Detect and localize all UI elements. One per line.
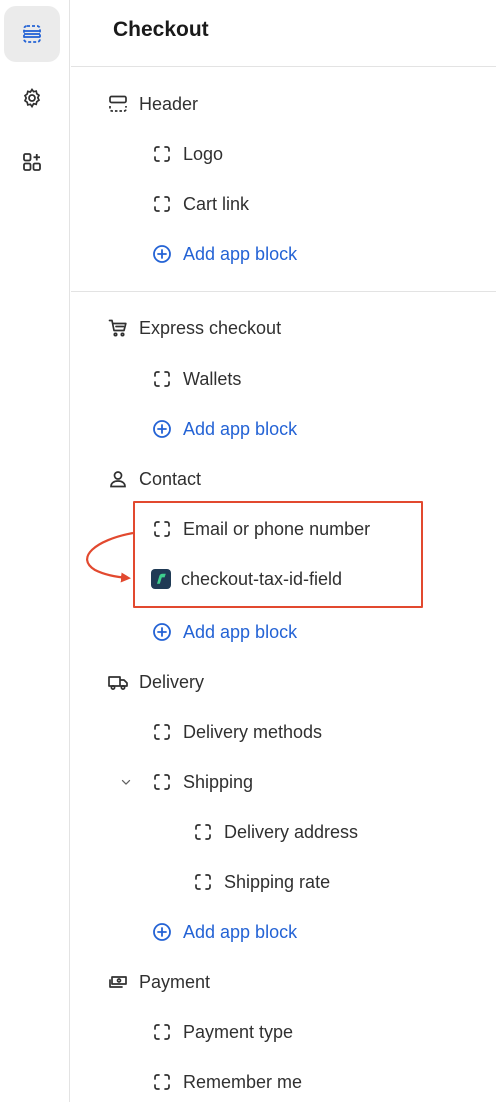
block-shipping-rate[interactable]: Shipping rate xyxy=(192,864,330,900)
block-label: Shipping xyxy=(183,771,254,792)
block-payment-type[interactable]: Payment type xyxy=(151,1014,293,1050)
add-app-block-contact[interactable]: Add app block xyxy=(151,614,297,650)
add-label: Add app block xyxy=(183,621,298,642)
icon-rail xyxy=(0,0,70,1102)
section-header[interactable]: Header xyxy=(107,86,198,122)
block-icon xyxy=(192,821,214,843)
block-icon xyxy=(192,871,214,893)
section-label: Delivery xyxy=(139,671,205,692)
block-label: Payment type xyxy=(183,1021,294,1042)
block-remember-me[interactable]: Remember me xyxy=(151,1064,302,1100)
block-label: Delivery address xyxy=(224,821,359,842)
block-icon xyxy=(151,193,173,215)
block-label: Delivery methods xyxy=(183,721,323,742)
cash-icon xyxy=(107,971,129,993)
block-icon xyxy=(151,721,173,743)
block-label: Remember me xyxy=(183,1071,303,1092)
sections-icon xyxy=(23,25,41,43)
block-logo[interactable]: Logo xyxy=(151,136,223,172)
gear-icon xyxy=(23,87,41,109)
shipping-collapse-toggle[interactable] xyxy=(116,772,136,792)
section-label: Express checkout xyxy=(139,317,282,338)
add-app-block-header[interactable]: Add app block xyxy=(151,236,297,272)
add-label: Add app block xyxy=(183,921,298,942)
add-label: Add app block xyxy=(183,243,298,264)
section-label: Header xyxy=(139,93,199,114)
block-icon xyxy=(151,143,173,165)
section-express-checkout[interactable]: Express checkout xyxy=(107,310,281,346)
block-label: Wallets xyxy=(183,368,242,389)
sections-button[interactable] xyxy=(4,6,60,62)
block-delivery-address[interactable]: Delivery address xyxy=(192,814,358,850)
block-delivery-methods[interactable]: Delivery methods xyxy=(151,714,322,750)
add-app-block-delivery[interactable]: Add app block xyxy=(151,914,297,950)
chevron-down-icon xyxy=(121,779,131,785)
add-circle-icon xyxy=(151,418,173,440)
section-payment[interactable]: Payment xyxy=(107,964,210,1000)
apps-add-icon xyxy=(23,153,41,171)
truck-icon xyxy=(107,671,129,693)
highlight-box xyxy=(133,501,423,608)
divider xyxy=(71,291,496,292)
block-label: Cart link xyxy=(183,193,250,214)
person-icon xyxy=(107,468,129,490)
apps-button[interactable] xyxy=(4,134,60,190)
block-cart-link[interactable]: Cart link xyxy=(151,186,249,222)
section-contact[interactable]: Contact xyxy=(107,461,201,497)
block-icon xyxy=(151,1071,173,1093)
section-delivery[interactable]: Delivery xyxy=(107,664,204,700)
block-wallets[interactable]: Wallets xyxy=(151,361,241,397)
header-section-icon xyxy=(107,93,129,115)
add-circle-icon xyxy=(151,621,173,643)
block-icon xyxy=(151,368,173,390)
block-icon xyxy=(151,1021,173,1043)
section-label: Payment xyxy=(139,971,211,992)
add-circle-icon xyxy=(151,243,173,265)
add-label: Add app block xyxy=(183,418,298,439)
block-shipping[interactable]: Shipping xyxy=(151,764,253,800)
block-icon xyxy=(151,771,173,793)
add-circle-icon xyxy=(151,921,173,943)
block-label: Logo xyxy=(183,143,224,164)
checkout-sections-panel: Checkout Header Logo Cart link Add app b… xyxy=(71,0,496,1102)
block-label: Shipping rate xyxy=(224,871,331,892)
add-app-block-express[interactable]: Add app block xyxy=(151,411,297,447)
divider xyxy=(71,66,496,67)
page-title: Checkout xyxy=(113,18,209,41)
cart-icon xyxy=(107,317,129,339)
section-label: Contact xyxy=(139,468,202,489)
settings-button[interactable] xyxy=(4,70,60,126)
